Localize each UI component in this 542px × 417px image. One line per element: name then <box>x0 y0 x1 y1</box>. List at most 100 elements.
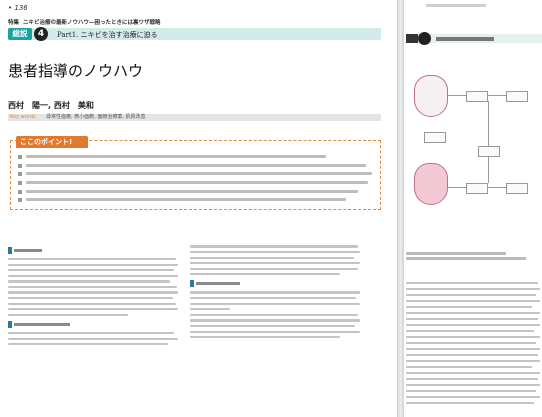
heading-text <box>14 249 42 252</box>
right-part-title <box>436 37 494 41</box>
bullet-icon <box>18 181 22 186</box>
text-line <box>190 308 230 311</box>
heading-mark <box>190 280 194 288</box>
text-line <box>190 256 354 259</box>
text-line <box>190 336 340 339</box>
part-title: Part1. ニキビを治す治療に迫る <box>57 31 158 39</box>
authors: 西村 陽一, 西村 美和 <box>8 101 94 110</box>
text-line <box>406 348 540 351</box>
point-list <box>18 153 374 205</box>
text-line <box>406 390 536 393</box>
right-section-number <box>418 32 431 45</box>
text-line <box>190 302 360 305</box>
bullet-icon <box>18 172 22 177</box>
text-line <box>406 318 538 321</box>
page-number: • 136 <box>8 4 28 12</box>
series-line: 特集 ニキビ治療の最新ノウハウ―困ったときには裏ワザ戦略 <box>8 18 160 26</box>
point-text <box>26 163 366 167</box>
point-text <box>26 172 372 176</box>
point-text <box>26 198 346 202</box>
text-line <box>8 343 168 346</box>
heading-mark <box>8 247 12 254</box>
diagram-box <box>466 91 488 102</box>
point-text <box>26 189 358 193</box>
text-line <box>406 336 540 339</box>
page-number-value: 136 <box>14 4 28 12</box>
diagram-box <box>506 91 528 102</box>
text-line <box>8 258 176 261</box>
series-title: ニキビ治療の最新ノウハウ―困ったときには裏ワザ戦略 <box>22 20 161 26</box>
text-line <box>190 250 360 254</box>
arrow-line <box>448 187 466 188</box>
page-gutter <box>397 0 404 417</box>
text-line <box>406 312 540 315</box>
text-line <box>406 324 540 327</box>
text-line <box>406 366 532 369</box>
text-line <box>406 402 534 405</box>
text-line <box>190 273 340 276</box>
diagram-box <box>466 183 488 194</box>
heading-mark <box>8 320 12 328</box>
arrow-line <box>488 187 506 188</box>
section-heading <box>8 320 180 328</box>
text-line <box>8 302 176 305</box>
text-line <box>406 378 538 381</box>
text-line <box>190 291 360 294</box>
text-line <box>8 269 174 272</box>
text-line <box>190 297 356 300</box>
text-line <box>406 306 532 309</box>
right-section-badge <box>406 34 418 43</box>
text-line <box>8 263 178 266</box>
text-line <box>406 300 540 303</box>
bullet-icon <box>18 163 22 168</box>
section-heading <box>8 247 180 254</box>
diagram-box <box>424 132 446 143</box>
diagram-box <box>506 183 528 194</box>
face-illustration <box>414 75 448 117</box>
header-line <box>426 4 486 7</box>
text-line <box>8 331 174 335</box>
text-line <box>190 262 360 265</box>
text-line <box>190 324 355 328</box>
text-line <box>406 396 540 399</box>
text-line <box>190 245 358 248</box>
text-line <box>8 291 178 294</box>
diagram-box <box>478 146 500 157</box>
text-line <box>406 384 540 387</box>
text-line <box>190 267 358 270</box>
section-badge: 総説 <box>8 28 32 40</box>
keywords-text: 尋常性痤瘡, 微小面皰, 面皰治療薬, 肌質改善 <box>46 114 146 120</box>
arrow-line <box>448 95 466 96</box>
keywords-label: Key words <box>10 114 36 120</box>
point-item <box>18 179 374 187</box>
article-title: 患者指導のノウハウ <box>8 62 144 81</box>
text-line <box>8 313 128 316</box>
text-line <box>406 354 538 357</box>
text-line <box>406 288 540 291</box>
arrow-line <box>488 95 506 96</box>
body-column-right <box>190 242 362 342</box>
figure-caption <box>406 257 526 260</box>
point-text <box>26 181 368 185</box>
point-text <box>26 155 326 158</box>
point-item <box>18 170 374 178</box>
text-line <box>8 337 178 340</box>
right-page-header <box>404 4 542 8</box>
text-line <box>8 280 170 283</box>
point-item <box>18 188 374 196</box>
text-line <box>406 282 538 285</box>
text-line <box>406 294 536 297</box>
point-item <box>18 162 374 170</box>
text-line <box>190 313 358 316</box>
arrow-line <box>488 101 489 146</box>
bullet-icon <box>18 189 22 194</box>
face-illustration-red <box>414 163 448 205</box>
arrow-line <box>488 157 489 183</box>
section-number: 4 <box>34 27 48 41</box>
text-line <box>8 297 173 300</box>
point-item <box>18 153 374 161</box>
text-line <box>8 285 177 289</box>
text-line <box>406 372 540 375</box>
text-line <box>406 330 534 333</box>
right-page <box>404 0 542 417</box>
